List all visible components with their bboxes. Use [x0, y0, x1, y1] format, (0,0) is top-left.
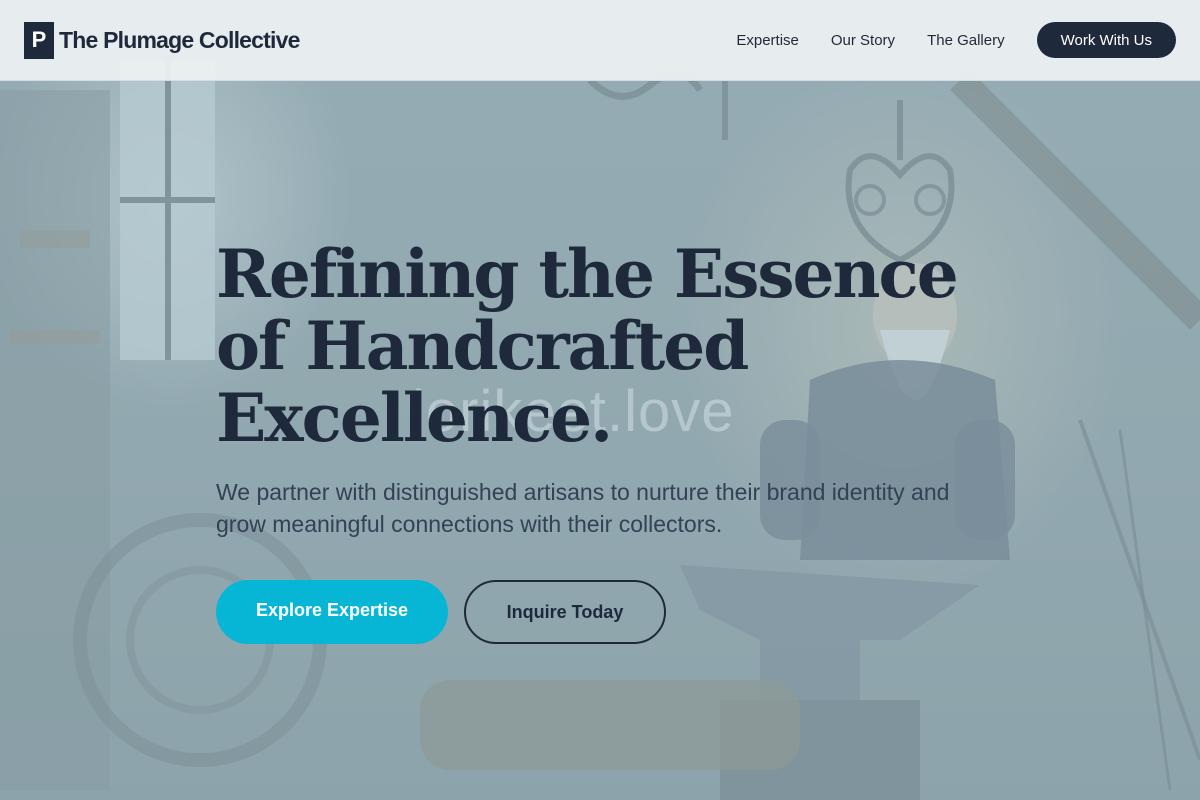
brand-name: The Plumage Collective	[59, 26, 300, 53]
site-header: P The Plumage Collective Expertise Our S…	[0, 0, 1200, 81]
nav-link-the-gallery[interactable]: The Gallery	[927, 32, 1005, 49]
main-nav: Expertise Our Story The Gallery Work Wit…	[736, 22, 1176, 58]
work-with-us-button[interactable]: Work With Us	[1036, 22, 1176, 58]
hero-title: Refining the Essence of Handcrafted Exce…	[216, 235, 959, 457]
hero-subtitle: We partner with distinguished artisans t…	[216, 479, 950, 537]
nav-link-our-story[interactable]: Our Story	[831, 32, 895, 49]
brand-mark-icon: P	[24, 21, 54, 59]
explore-expertise-button[interactable]: Explore Expertise	[216, 580, 448, 644]
brand-logo-link[interactable]: P The Plumage Collective	[24, 21, 300, 59]
nav-link-expertise[interactable]: Expertise	[736, 32, 799, 49]
inquire-today-button[interactable]: Inquire Today	[464, 580, 666, 644]
